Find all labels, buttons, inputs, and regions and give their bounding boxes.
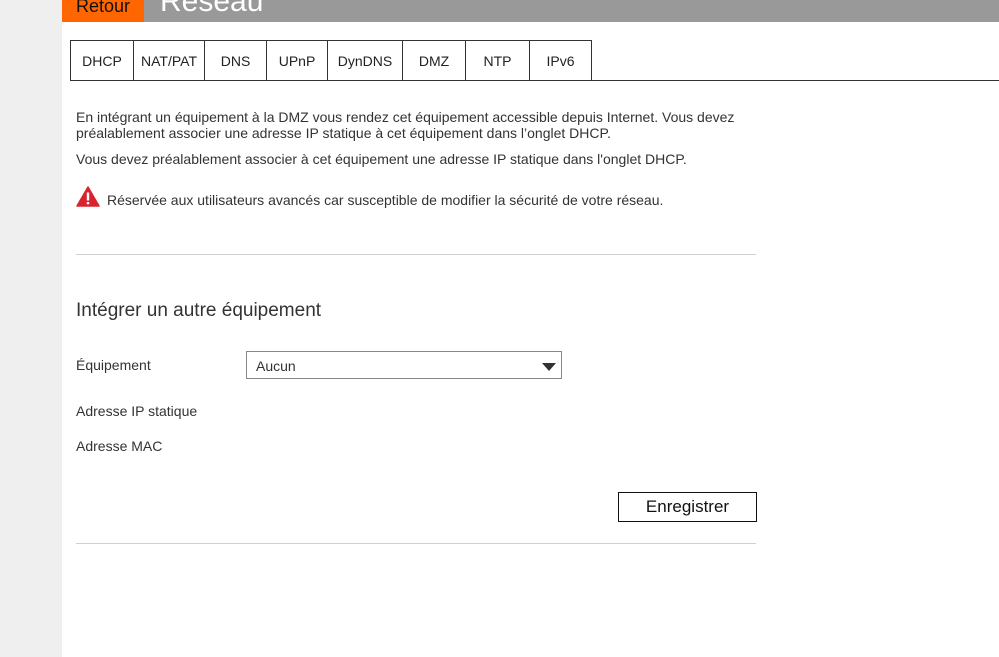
tab-nat-pat[interactable]: NAT/PAT xyxy=(134,40,205,80)
warning-icon xyxy=(76,186,100,207)
tab-dmz[interactable]: DMZ xyxy=(403,40,466,80)
intro-text-line-2: préalablement associer une adresse IP st… xyxy=(76,125,611,141)
section-title: Intégrer un autre équipement xyxy=(76,300,322,321)
back-button[interactable]: Retour xyxy=(62,0,144,22)
mac-address-label: Adresse MAC xyxy=(76,438,163,454)
header-bar: Retour Réseau xyxy=(62,0,999,22)
device-label: Équipement xyxy=(76,357,151,373)
intro-text-line-1: En intégrant un équipement à la DMZ vous… xyxy=(76,109,735,125)
tab-upnp[interactable]: UPnP xyxy=(267,40,328,80)
device-select-value: Aucun xyxy=(256,358,296,374)
warning-text: Réservée aux utilisateurs avancés car su… xyxy=(107,192,664,208)
device-select[interactable]: Aucun xyxy=(246,351,562,379)
tab-dyndns[interactable]: DynDNS xyxy=(328,40,403,80)
tabs-underline xyxy=(70,80,999,81)
tab-ntp[interactable]: NTP xyxy=(466,40,530,80)
main-panel xyxy=(62,0,999,657)
divider-top xyxy=(76,254,756,255)
save-button[interactable]: Enregistrer xyxy=(618,492,757,522)
ip-address-label: Adresse IP statique xyxy=(76,403,198,419)
chevron-down-icon xyxy=(542,363,556,371)
intro-text-line-3: Vous devez préalablement associer à cet … xyxy=(76,151,687,167)
page-title: Réseau xyxy=(160,0,264,18)
tab-ipv6[interactable]: IPv6 xyxy=(530,40,592,80)
tab-bar: DHCP NAT/PAT DNS UPnP DynDNS DMZ NTP IPv… xyxy=(70,40,592,81)
tab-dhcp[interactable]: DHCP xyxy=(70,40,134,80)
divider-bottom xyxy=(76,543,756,544)
tab-dns[interactable]: DNS xyxy=(205,40,267,80)
